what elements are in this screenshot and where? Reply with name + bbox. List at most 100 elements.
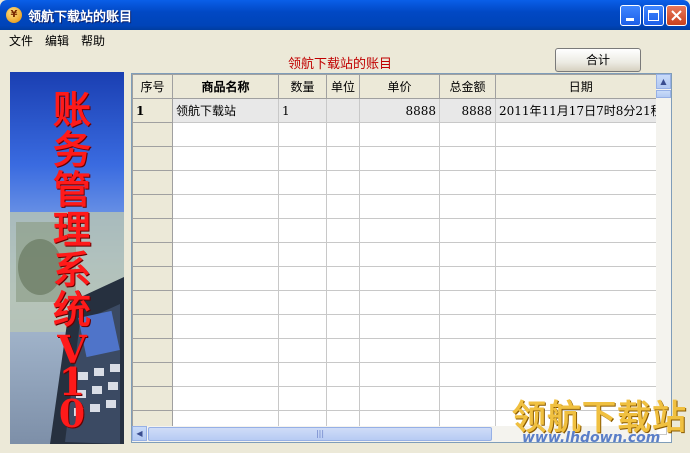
empty-cell[interactable]	[172, 338, 279, 363]
empty-cell[interactable]	[172, 290, 279, 315]
minimize-button[interactable]	[620, 5, 641, 26]
table-row[interactable]	[132, 242, 667, 267]
empty-cell[interactable]	[326, 362, 360, 387]
empty-cell[interactable]	[439, 146, 496, 171]
menu-help[interactable]: 帮助	[81, 32, 105, 49]
vertical-scroll-thumb[interactable]	[656, 90, 671, 98]
close-button[interactable]	[666, 5, 687, 26]
empty-cell[interactable]	[172, 266, 279, 291]
empty-cell[interactable]	[495, 314, 667, 339]
empty-cell[interactable]	[326, 194, 360, 219]
empty-cell[interactable]	[359, 122, 440, 147]
empty-cell[interactable]	[439, 242, 496, 267]
horizontal-scroll-thumb[interactable]: |||	[148, 427, 492, 441]
empty-cell[interactable]	[359, 338, 440, 363]
empty-cell[interactable]	[495, 338, 667, 363]
empty-cell[interactable]	[278, 314, 327, 339]
col-header-price[interactable]: 单价	[359, 74, 440, 99]
empty-cell[interactable]	[278, 194, 327, 219]
col-header-index[interactable]: 序号	[132, 74, 173, 99]
vertical-scrollbar[interactable]: ▲	[656, 74, 671, 426]
empty-cell[interactable]	[278, 146, 327, 171]
col-header-unit[interactable]: 单位	[326, 74, 360, 99]
empty-cell[interactable]	[495, 242, 667, 267]
menu-edit[interactable]: 编辑	[45, 32, 69, 49]
empty-cell[interactable]	[359, 266, 440, 291]
maximize-button[interactable]	[643, 5, 664, 26]
col-header-product[interactable]: 商品名称	[172, 74, 279, 99]
empty-cell[interactable]	[326, 338, 360, 363]
empty-cell[interactable]	[359, 194, 440, 219]
empty-cell[interactable]	[278, 290, 327, 315]
empty-cell[interactable]	[495, 122, 667, 147]
cell-price[interactable]: 8888	[359, 98, 440, 123]
empty-cell[interactable]	[172, 170, 279, 195]
table-row[interactable]: 1 领航下载站 1 8888 8888 2011年11月17日7时8分21秒	[132, 98, 667, 123]
cell-qty[interactable]: 1	[278, 98, 327, 123]
empty-cell[interactable]	[439, 170, 496, 195]
empty-cell[interactable]	[278, 218, 327, 243]
empty-cell[interactable]	[326, 218, 360, 243]
empty-cell[interactable]	[439, 314, 496, 339]
table-row[interactable]	[132, 362, 667, 387]
empty-cell[interactable]	[326, 146, 360, 171]
col-header-date[interactable]: 日期	[495, 74, 667, 99]
empty-cell[interactable]	[278, 266, 327, 291]
table-row[interactable]	[132, 194, 667, 219]
empty-cell[interactable]	[439, 122, 496, 147]
empty-cell[interactable]	[359, 170, 440, 195]
empty-cell[interactable]	[326, 290, 360, 315]
table-row[interactable]	[132, 122, 667, 147]
empty-cell[interactable]	[359, 146, 440, 171]
empty-cell[interactable]	[439, 362, 496, 387]
col-header-qty[interactable]: 数量	[278, 74, 327, 99]
empty-cell[interactable]	[359, 314, 440, 339]
scroll-left-button[interactable]: ◀	[132, 426, 147, 441]
empty-cell[interactable]	[326, 314, 360, 339]
empty-cell[interactable]	[172, 218, 279, 243]
empty-cell[interactable]	[359, 362, 440, 387]
empty-cell[interactable]	[439, 386, 496, 411]
empty-cell[interactable]	[359, 290, 440, 315]
empty-cell[interactable]	[495, 362, 667, 387]
table-row[interactable]	[132, 266, 667, 291]
empty-cell[interactable]	[278, 170, 327, 195]
scroll-up-button[interactable]: ▲	[656, 74, 671, 89]
empty-cell[interactable]	[172, 122, 279, 147]
empty-cell[interactable]	[359, 218, 440, 243]
empty-cell[interactable]	[172, 386, 279, 411]
sum-button[interactable]: 合计	[555, 48, 641, 72]
empty-cell[interactable]	[278, 386, 327, 411]
table-row[interactable]	[132, 338, 667, 363]
cell-date[interactable]: 2011年11月17日7时8分21秒	[495, 98, 667, 123]
app-icon[interactable]: ¥	[6, 7, 22, 23]
empty-cell[interactable]	[172, 314, 279, 339]
empty-cell[interactable]	[439, 194, 496, 219]
empty-cell[interactable]	[495, 290, 667, 315]
empty-cell[interactable]	[326, 266, 360, 291]
table-row[interactable]	[132, 218, 667, 243]
empty-cell[interactable]	[495, 266, 667, 291]
empty-cell[interactable]	[495, 146, 667, 171]
empty-cell[interactable]	[326, 122, 360, 147]
table-row[interactable]	[132, 170, 667, 195]
col-header-total[interactable]: 总金额	[439, 74, 496, 99]
empty-cell[interactable]	[495, 170, 667, 195]
cell-total[interactable]: 8888	[439, 98, 496, 123]
empty-cell[interactable]	[278, 338, 327, 363]
empty-cell[interactable]	[326, 170, 360, 195]
table-row[interactable]	[132, 290, 667, 315]
empty-cell[interactable]	[326, 386, 360, 411]
empty-cell[interactable]	[326, 242, 360, 267]
empty-cell[interactable]	[359, 386, 440, 411]
data-grid[interactable]: 序号 商品名称 数量 单位 单价 总金额 日期 1 领航下载站 1 8888 8…	[131, 73, 672, 443]
empty-cell[interactable]	[495, 218, 667, 243]
table-row[interactable]	[132, 314, 667, 339]
empty-cell[interactable]	[439, 338, 496, 363]
empty-cell[interactable]	[278, 122, 327, 147]
cell-unit[interactable]	[326, 98, 360, 123]
table-row[interactable]	[132, 146, 667, 171]
empty-cell[interactable]	[439, 266, 496, 291]
empty-cell[interactable]	[439, 218, 496, 243]
empty-cell[interactable]	[172, 242, 279, 267]
